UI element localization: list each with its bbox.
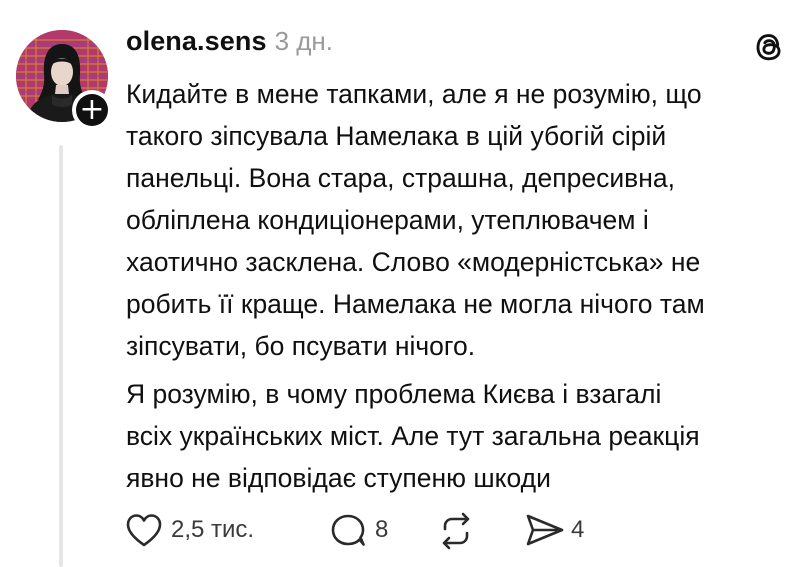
- repost-icon: [442, 512, 470, 550]
- username[interactable]: olena.sens: [126, 26, 267, 56]
- send-icon: [526, 514, 564, 546]
- comment-icon: [331, 514, 365, 546]
- post-text: Кидайте в мене тапками, але я не розумію…: [126, 73, 791, 499]
- post-paragraph: Кидайте в мене тапками, але я не розумію…: [126, 79, 705, 361]
- like-count: 2,5 тис.: [171, 516, 255, 543]
- like-button[interactable]: 2,5 тис.: [124, 508, 284, 552]
- post-paragraph: Я розумію, в чому проблема Києва і взага…: [126, 379, 700, 493]
- plus-icon: +: [76, 94, 108, 126]
- threads-post: + olena.sens 3 дн. Кидайте в мене тапками…: [0, 0, 800, 567]
- repost-button[interactable]: [436, 508, 480, 552]
- threads-logo-icon[interactable]: [750, 28, 788, 66]
- timestamp: 3 дн.: [274, 26, 333, 56]
- heart-icon: [126, 514, 162, 547]
- post-header: olena.sens 3 дн.: [126, 26, 333, 60]
- share-button[interactable]: 4: [524, 508, 594, 552]
- follow-button[interactable]: +: [72, 90, 112, 130]
- thread-line: [59, 145, 63, 567]
- reply-count: 8: [375, 516, 389, 543]
- reply-button[interactable]: 8: [328, 508, 398, 552]
- share-count: 4: [571, 516, 585, 543]
